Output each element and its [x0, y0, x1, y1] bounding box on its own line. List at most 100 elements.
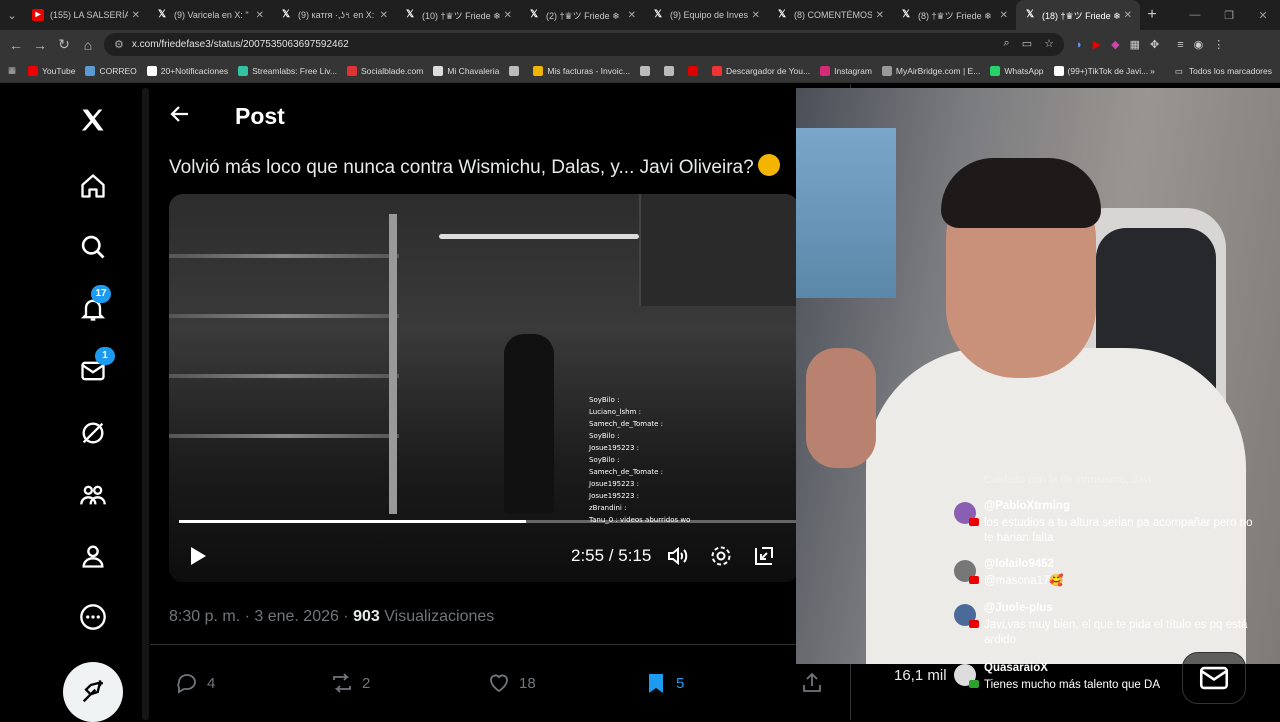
- bookmark-favicon-icon: [1053, 65, 1064, 76]
- bookmark-button[interactable]: 5: [644, 671, 684, 695]
- x-logo-icon: 𝕏: [405, 9, 415, 20]
- bookmark-star-icon[interactable]: ☆: [1044, 37, 1054, 50]
- profile-avatar[interactable]: ◉: [1194, 38, 1204, 51]
- bookmark-item[interactable]: CORREO: [85, 65, 137, 76]
- cast-icon[interactable]: ▭: [1022, 37, 1032, 50]
- post-metadata: 8:30 p. m. · 3 ene. 2026 · 903 Visualiza…: [169, 608, 494, 626]
- browser-tab[interactable]: 𝕏 (18) †♛ツ Friede ❄ ✕: [1016, 0, 1140, 30]
- notifications-bell-icon[interactable]: 17: [73, 285, 113, 329]
- bookmark-label: Instagram: [834, 65, 872, 76]
- overlay-chat-line: SoyBilo :: [589, 456, 620, 464]
- bookmark-item[interactable]: [663, 65, 678, 76]
- new-tab-button[interactable]: +: [1140, 6, 1164, 24]
- close-tab-icon[interactable]: ✕: [752, 10, 760, 21]
- reply-icon: [177, 674, 196, 694]
- reload-button[interactable]: ↻: [52, 36, 76, 53]
- bookmark-item[interactable]: Mis facturas - Invoic...: [533, 65, 630, 76]
- reply-button[interactable]: 4: [175, 671, 215, 695]
- reading-list-icon[interactable]: ≡: [1177, 39, 1183, 51]
- folder-icon: ▭: [1174, 65, 1183, 76]
- messages-mail-icon[interactable]: 1: [73, 347, 115, 391]
- mail-icon: [1199, 666, 1229, 690]
- video-player[interactable]: SoyBilo : Luciano_lshm : Samech_de_Tomate …: [169, 194, 799, 582]
- maximize-button[interactable]: ❐: [1212, 9, 1246, 22]
- settings-gear-icon[interactable]: [709, 544, 733, 573]
- more-options-icon[interactable]: [73, 597, 113, 637]
- back-arrow-icon[interactable]: [168, 102, 194, 128]
- bookmark-item[interactable]: [509, 65, 523, 76]
- explore-search-icon[interactable]: [73, 227, 113, 267]
- bookmark-favicon-icon: [711, 65, 722, 76]
- close-window-button[interactable]: ✕: [1246, 9, 1280, 22]
- extension-icon[interactable]: ▶: [1093, 38, 1101, 51]
- browser-tab[interactable]: 𝕏 (2) †♛ツ Friede ❄ ✕: [520, 0, 644, 30]
- close-tab-icon[interactable]: ✕: [504, 10, 512, 21]
- site-info-icon[interactable]: ⚙: [114, 38, 124, 51]
- extension-icon[interactable]: ▦: [1130, 38, 1140, 51]
- x-logo-icon: 𝕏: [157, 9, 167, 20]
- home-icon[interactable]: [73, 166, 113, 206]
- browser-tab[interactable]: 𝕏 (9) Varicela en X: " ✕: [148, 0, 272, 30]
- pip-icon[interactable]: [752, 544, 776, 573]
- bookmark-item[interactable]: Streamlabs: Free Liv...: [238, 65, 337, 76]
- close-tab-icon[interactable]: ✕: [1124, 10, 1132, 21]
- home-button[interactable]: ⌂: [76, 37, 100, 53]
- bookmark-item[interactable]: WhatsApp: [990, 65, 1044, 76]
- x-logo-icon[interactable]: [73, 100, 113, 140]
- bookmark-item[interactable]: (99+)TikTok de Javi...: [1053, 65, 1148, 76]
- share-icon: [803, 672, 821, 692]
- browser-tab[interactable]: 𝕏 (9) катrя ·,ʖ৭ en X: "A ✕: [272, 0, 396, 30]
- browser-tab[interactable]: 𝕏 (10) †♛ツ Friede ❄ ✕: [396, 0, 520, 30]
- close-tab-icon[interactable]: ✕: [876, 10, 884, 21]
- x-logo-icon: 𝕏: [653, 9, 663, 20]
- extension-icon[interactable]: ◗: [1076, 39, 1083, 51]
- zoom-icon[interactable]: ⌕: [1004, 37, 1010, 50]
- sidebar-scrollbar[interactable]: [142, 88, 149, 720]
- video-person: [504, 334, 554, 514]
- bookmark-item[interactable]: [639, 65, 654, 76]
- bookmark-item[interactable]: 20+Notificaciones: [146, 65, 228, 76]
- browser-tab[interactable]: 𝕏 (8) †♛ツ Friede ❄ ✕: [892, 0, 1016, 30]
- menu-icon[interactable]: ⋮: [1213, 38, 1224, 51]
- chat-text: @masona17🥰: [984, 575, 1064, 587]
- volume-icon[interactable]: [666, 544, 690, 573]
- repost-button[interactable]: 2: [330, 671, 370, 695]
- youtube-icon: [969, 518, 979, 526]
- play-icon[interactable]: [185, 544, 209, 573]
- like-button[interactable]: 18: [487, 671, 536, 695]
- browser-tab[interactable]: 𝕏 (8) COMENTÉMOSLO ✕: [768, 0, 892, 30]
- tab-search-button[interactable]: ⌄: [0, 0, 24, 30]
- browser-tab[interactable]: ▸ (155) LA SALSERÍA TE ✕: [24, 0, 148, 30]
- bookmark-item[interactable]: [687, 65, 702, 76]
- close-tab-icon[interactable]: ✕: [132, 10, 140, 21]
- bookmark-item[interactable]: MyAirBridge.com | E...: [881, 65, 980, 76]
- bookmark-favicon-icon: [820, 65, 831, 76]
- close-tab-icon[interactable]: ✕: [256, 10, 264, 21]
- share-button[interactable]: [800, 671, 824, 695]
- grok-icon[interactable]: [73, 413, 113, 453]
- close-tab-icon[interactable]: ✕: [380, 10, 388, 21]
- close-tab-icon[interactable]: ✕: [628, 10, 636, 21]
- compose-post-button[interactable]: [63, 662, 123, 722]
- apps-icon[interactable]: ▦: [8, 65, 16, 76]
- close-tab-icon[interactable]: ✕: [1000, 10, 1008, 21]
- messages-drawer-button[interactable]: [1182, 652, 1246, 704]
- video-progress-bar[interactable]: [179, 520, 799, 523]
- bookmark-item[interactable]: Socialblade.com: [346, 65, 423, 76]
- address-bar[interactable]: ⚙ x.com/friedefase3/status/2007535063697…: [104, 33, 1064, 56]
- browser-tab[interactable]: 𝕏 (9) Equipo de Investi ✕: [644, 0, 768, 30]
- communities-icon[interactable]: [73, 475, 113, 515]
- forward-button[interactable]: →: [28, 37, 52, 53]
- all-bookmarks-link[interactable]: Todos los marcadores: [1189, 66, 1272, 76]
- bookmark-item[interactable]: Mi Chavaleria: [433, 65, 499, 76]
- bookmark-item[interactable]: Instagram: [820, 65, 872, 76]
- bookmark-item[interactable]: Descargador de You...: [711, 65, 810, 76]
- bookmark-item[interactable]: YouTube: [28, 65, 75, 76]
- post-timestamp[interactable]: 8:30 p. m. · 3 ene. 2026 ·: [169, 608, 353, 625]
- extensions-puzzle-icon[interactable]: ✥: [1150, 38, 1159, 51]
- minimize-button[interactable]: —: [1178, 9, 1212, 21]
- more-bookmarks-icon[interactable]: »: [1150, 66, 1155, 76]
- back-button[interactable]: ←: [4, 37, 28, 53]
- profile-icon[interactable]: [73, 536, 113, 576]
- extension-icon[interactable]: ◆: [1111, 38, 1119, 51]
